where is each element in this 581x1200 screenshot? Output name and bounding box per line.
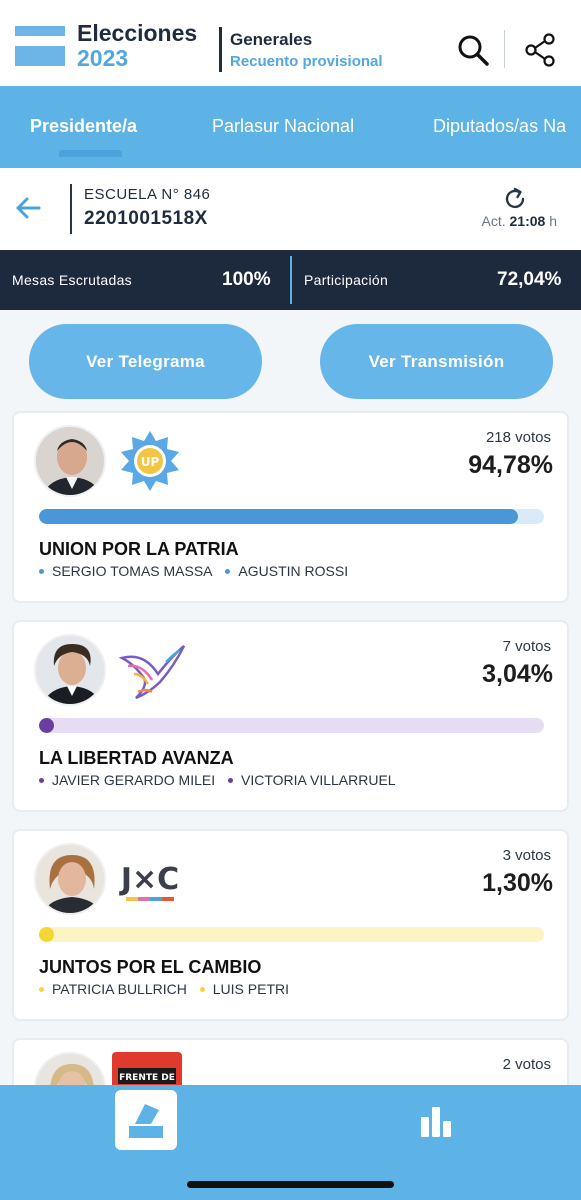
vote-percent: 1,30% — [482, 869, 553, 897]
view-transmission-button[interactable]: Ver Transmisión — [320, 324, 553, 399]
active-tab-indicator — [59, 150, 122, 157]
tab-presidente[interactable]: Presidente/a — [30, 116, 137, 137]
candidate-name: LUIS PETRI — [212, 981, 289, 997]
app-header: Elecciones 2023 Generales Recuento provi… — [0, 0, 581, 86]
votes-count: 2 votos — [502, 1056, 551, 1073]
bullet-dot — [39, 986, 44, 992]
search-button[interactable] — [455, 32, 491, 68]
bullet-dot — [228, 777, 233, 783]
stats-bar: Mesas Escrutadas 100% Participación 72,0… — [0, 250, 581, 310]
party-logo-text: J×C — [119, 862, 179, 897]
bullet-dot — [199, 986, 205, 992]
candidate-name: VICTORIA VILLARRUEL — [241, 772, 396, 788]
home-indicator — [187, 1181, 394, 1188]
view-telegram-button[interactable]: Ver Telegrama — [29, 324, 262, 399]
result-card-la-libertad-avanza[interactable]: 7 votos 3,04% LA LIBERTAD AVANZA JAVIER … — [12, 620, 569, 812]
location-bar: ESCUELA N° 846 2201001518X Act. 21:08 h — [0, 168, 581, 250]
bullet-dot — [39, 568, 44, 574]
argentina-flag-logo — [15, 26, 65, 66]
update-prefix: Act. — [481, 213, 506, 229]
vote-bar-track — [39, 718, 544, 733]
tab-diputados[interactable]: Diputados/as Na — [433, 116, 566, 137]
vote-bar-track — [39, 509, 544, 524]
participation-value: 72,04% — [497, 269, 562, 290]
nav-ballot-button[interactable] — [115, 1090, 177, 1150]
nav-stats-button[interactable] — [418, 1103, 454, 1139]
brand-year: 2023 — [77, 45, 129, 71]
ballot-icon — [129, 1104, 163, 1138]
candidate-name: AGUSTIN ROSSI — [238, 563, 349, 579]
candidate-avatar — [34, 843, 106, 915]
votes-count: 218 votos — [485, 429, 551, 446]
bottom-navigation — [0, 1085, 581, 1200]
bullet-dot — [39, 777, 44, 783]
stats-divider — [290, 256, 292, 304]
section-subtitle: Recuento provisional — [230, 53, 383, 70]
vote-bar-track — [39, 927, 544, 942]
category-tabs: Presidente/a Parlasur Nacional Diputados… — [0, 86, 581, 168]
party-logo-lla — [114, 636, 186, 704]
party-logo-jxc: J×C — [114, 845, 186, 913]
candidate-list: SERGIO TOMAS MASSA AGUSTIN ROSSI — [39, 563, 357, 579]
party-logo-text: FRENTE DE — [119, 1073, 175, 1083]
result-card-union-por-la-patria[interactable]: UP 218 votos 94,78% UNION POR LA PATRIA … — [12, 411, 569, 603]
share-icon — [525, 33, 555, 67]
candidate-list: JAVIER GERARDO MILEI VICTORIA VILLARRUEL — [39, 772, 405, 788]
back-button[interactable] — [12, 192, 44, 224]
candidate-name: JAVIER GERARDO MILEI — [52, 772, 216, 788]
party-name: LA LIBERTAD AVANZA — [39, 748, 234, 768]
mesas-label: Mesas Escrutadas — [12, 272, 132, 288]
party-name: UNION POR LA PATRIA — [39, 539, 239, 559]
votes-count: 7 votos — [502, 638, 551, 655]
app-screen: Elecciones 2023 Generales Recuento provi… — [0, 0, 581, 1200]
header-divider — [219, 27, 222, 72]
result-card-juntos-por-el-cambio[interactable]: J×C 3 votos 1,30% JUNTOS POR EL CAMBIO P… — [12, 829, 569, 1021]
vote-bar-fill — [39, 927, 54, 942]
update-suffix: h — [549, 213, 557, 229]
vote-bar-fill — [39, 718, 55, 733]
candidate-list: PATRICIA BULLRICH LUIS PETRI — [39, 981, 298, 997]
vote-percent: 94,78% — [468, 451, 553, 479]
tab-parlasur[interactable]: Parlasur Nacional — [212, 116, 354, 137]
candidate-name: SERGIO TOMAS MASSA — [52, 563, 213, 579]
refresh-button[interactable] — [502, 186, 528, 212]
arrow-left-icon — [16, 197, 41, 219]
search-icon — [458, 35, 489, 66]
last-update: Act. 21:08 h — [481, 213, 557, 229]
candidate-avatar — [34, 425, 106, 497]
party-logo-text: UP — [141, 455, 160, 469]
refresh-icon — [505, 187, 525, 209]
share-button[interactable] — [522, 32, 558, 68]
participation-label: Participación — [304, 272, 389, 288]
party-logo-up: UP — [114, 427, 186, 495]
mesas-value: 100% — [222, 269, 271, 290]
section-title: Generales — [230, 30, 313, 49]
votes-count: 3 votos — [502, 847, 551, 864]
brand-title: Elecciones — [77, 20, 198, 46]
mesa-code: 2201001518X — [84, 208, 208, 229]
school-name: ESCUELA N° 846 — [84, 186, 211, 203]
party-name: JUNTOS POR EL CAMBIO — [39, 957, 262, 977]
vote-percent: 3,04% — [482, 660, 553, 688]
update-time: 21:08 — [509, 213, 546, 229]
header-icon-divider — [504, 30, 505, 68]
vote-bar-fill — [39, 509, 518, 524]
bar-chart-icon — [421, 1107, 451, 1137]
candidate-avatar — [34, 634, 106, 706]
location-divider — [70, 184, 72, 234]
bullet-dot — [225, 568, 231, 574]
candidate-name: PATRICIA BULLRICH — [52, 981, 187, 997]
